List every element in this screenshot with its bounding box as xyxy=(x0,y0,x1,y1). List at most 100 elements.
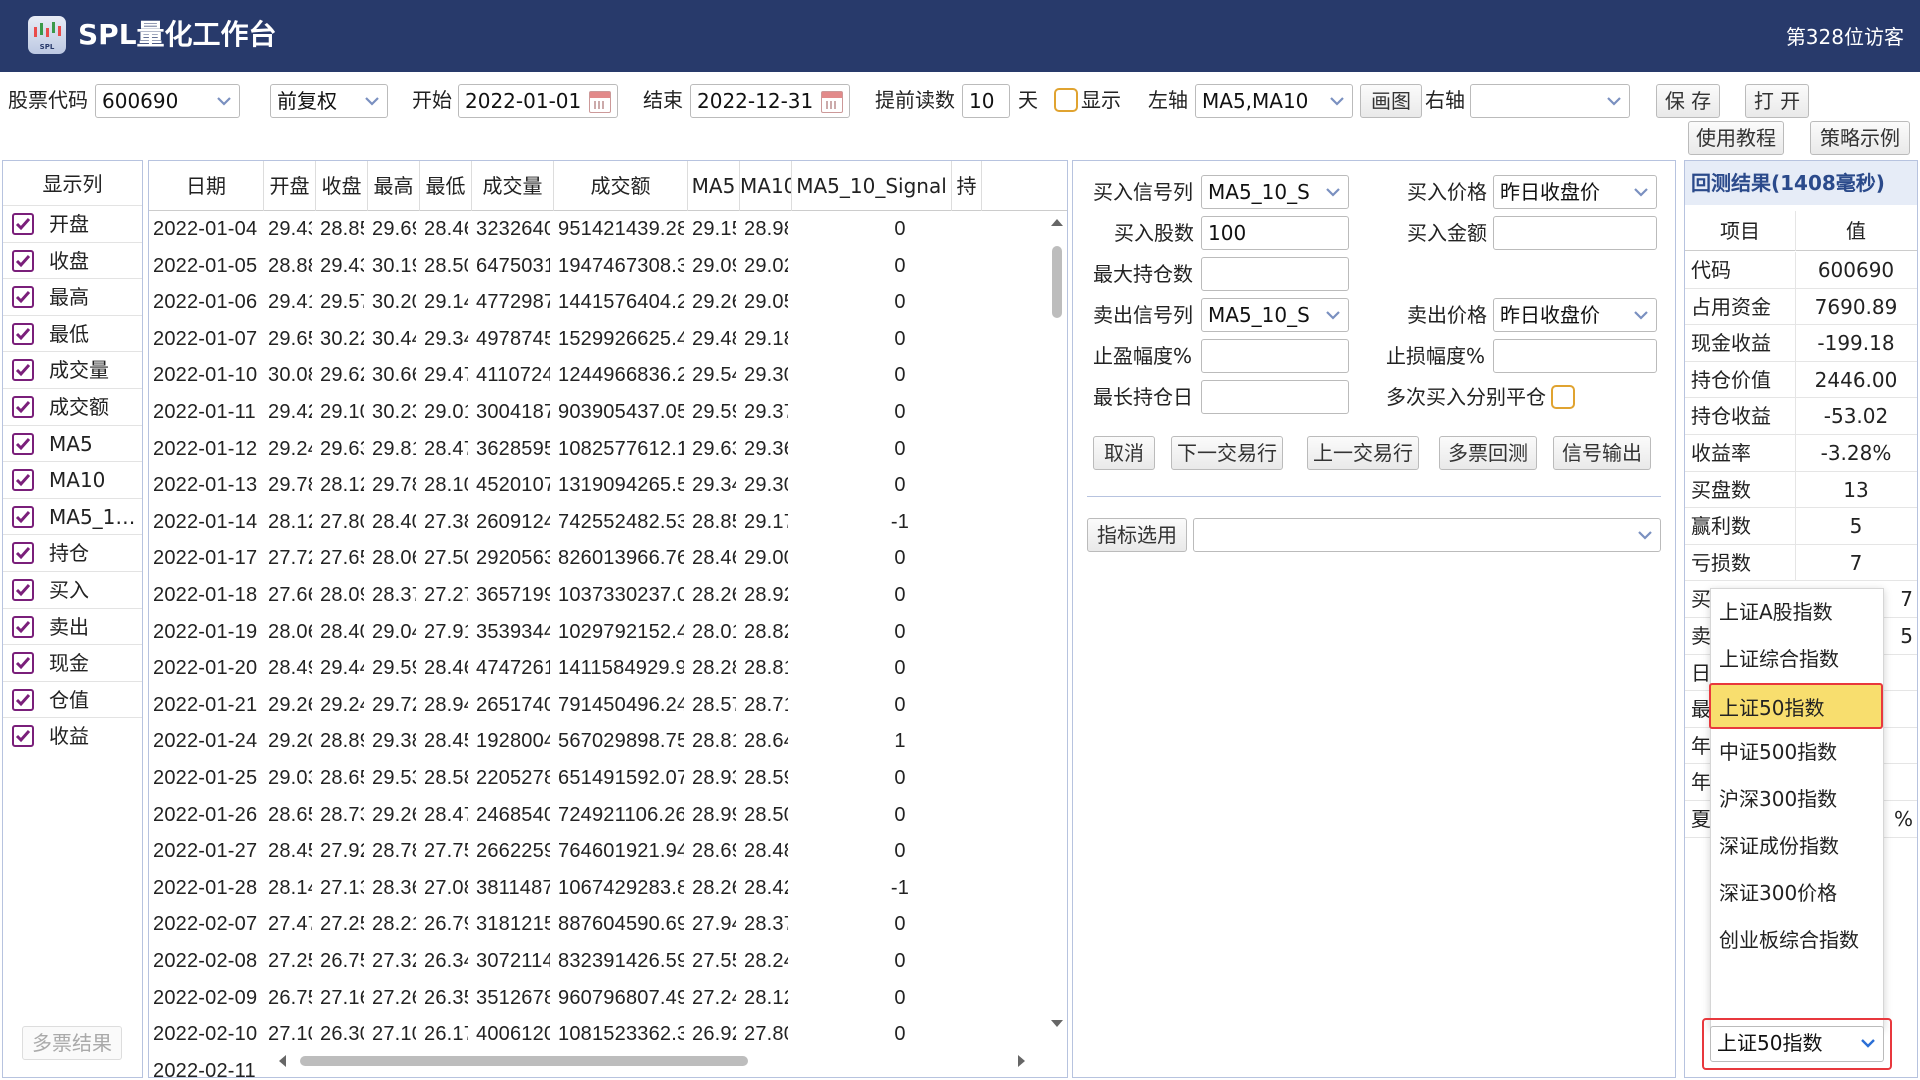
display-column-item[interactable]: 开盘 xyxy=(3,205,142,241)
calendar-icon[interactable] xyxy=(821,91,843,113)
display-column-item[interactable]: 收益 xyxy=(3,717,142,753)
display-column-item[interactable]: 买入 xyxy=(3,571,142,607)
table-horizontal-scrollbar[interactable] xyxy=(272,1050,1032,1072)
table-row[interactable]: 2022-01-14 28.12 27.80 28.40 27.38 26091241 74… xyxy=(149,504,1049,541)
column-header[interactable]: 最高 xyxy=(368,161,420,211)
indicator-select-button[interactable]: 指标选用 xyxy=(1087,518,1187,552)
table-vertical-scrollbar[interactable] xyxy=(1048,212,1066,1032)
checkbox-checked-icon[interactable] xyxy=(12,725,34,748)
column-header[interactable]: 收盘 xyxy=(316,161,368,211)
chevron-down-icon[interactable] xyxy=(1322,85,1352,117)
buy-signal-select[interactable]: MA5_10_S xyxy=(1201,175,1349,209)
display-column-item[interactable]: 仓值 xyxy=(3,680,142,717)
display-column-item[interactable]: 持仓 xyxy=(3,534,142,570)
table-row[interactable]: 2022-01-20 28.49 29.44 29.59 28.46 47472613 14… xyxy=(149,650,1049,687)
table-row[interactable]: 2022-02-10 27.10 26.30 27.10 26.17 40061209 10… xyxy=(149,1016,1049,1053)
stop-loss-input[interactable] xyxy=(1493,339,1657,373)
checkbox-checked-icon[interactable] xyxy=(12,615,34,638)
checkbox-checked-icon[interactable] xyxy=(12,359,34,382)
display-column-item[interactable]: 收盘 xyxy=(3,241,142,278)
table-row[interactable]: 2022-01-25 29.03 28.65 29.53 28.58 22052784 65… xyxy=(149,760,1049,797)
multi-buy-checkbox[interactable] xyxy=(1551,385,1575,409)
display-column-item[interactable]: 成交量 xyxy=(3,351,142,387)
checkbox-checked-icon[interactable] xyxy=(12,286,34,309)
chevron-down-icon[interactable] xyxy=(357,85,387,117)
strategy-example-button[interactable]: 策略示例 xyxy=(1810,121,1910,155)
table-row[interactable]: 2022-01-24 29.20 28.89 29.38 28.45 19280044 56… xyxy=(149,723,1049,760)
checkbox-checked-icon[interactable] xyxy=(12,542,34,565)
sell-signal-select[interactable]: MA5_10_S xyxy=(1201,298,1349,332)
buy-price-select[interactable]: 昨日收盘价 xyxy=(1493,175,1657,209)
table-row[interactable]: 2022-01-05 28.88 29.43 30.19 28.50 64750318 19… xyxy=(149,248,1049,285)
table-row[interactable]: 2022-02-07 27.47 27.25 28.21 26.79 31812154 88… xyxy=(149,906,1049,943)
checkbox-checked-icon[interactable] xyxy=(12,432,34,455)
display-column-item[interactable]: MA10 xyxy=(3,461,142,497)
index-option[interactable]: 深证300价格 xyxy=(1711,870,1883,916)
draw-button[interactable]: 画图 xyxy=(1360,84,1422,118)
table-row[interactable]: 2022-01-27 28.45 27.92 28.78 27.75 26622591 76… xyxy=(149,833,1049,870)
strategy-action-button[interactable]: 取消 xyxy=(1093,436,1155,470)
calendar-icon[interactable] xyxy=(589,91,611,113)
table-row[interactable]: 2022-01-11 29.42 29.10 30.23 29.01 30041875 90… xyxy=(149,394,1049,431)
display-column-item[interactable]: 现金 xyxy=(3,644,142,680)
index-option[interactable]: 上证A股指数 xyxy=(1711,589,1883,635)
table-row[interactable]: 2022-02-09 26.75 27.16 27.26 26.35 35126789 96… xyxy=(149,980,1049,1017)
end-date-input[interactable]: 2022-12-31 xyxy=(690,84,850,118)
column-header[interactable]: 开盘 xyxy=(264,161,316,211)
chevron-down-icon[interactable] xyxy=(1626,176,1656,208)
chevron-down-icon[interactable] xyxy=(1318,299,1348,331)
column-header[interactable]: 成交量 xyxy=(472,161,554,211)
table-row[interactable]: 2022-01-07 29.65 30.22 30.44 29.34 49787458 15… xyxy=(149,321,1049,358)
table-row[interactable]: 2022-01-06 29.41 29.57 30.20 29.14 47729877 14… xyxy=(149,284,1049,321)
table-row[interactable]: 2022-01-13 29.78 28.12 29.78 28.10 45201070 13… xyxy=(149,467,1049,504)
table-row[interactable]: 2022-01-26 28.65 28.73 29.26 28.47 24685407 72… xyxy=(149,797,1049,834)
table-row[interactable]: 2022-01-18 27.66 28.09 28.37 27.27 36571993 10… xyxy=(149,577,1049,614)
column-header[interactable]: MA5 xyxy=(688,161,740,211)
max-hold-days-input[interactable] xyxy=(1201,380,1349,414)
take-profit-input[interactable] xyxy=(1201,339,1349,373)
index-option[interactable]: 沪深300指数 xyxy=(1711,776,1883,822)
buy-amount-input[interactable] xyxy=(1493,216,1657,250)
column-header[interactable]: 成交额 xyxy=(554,161,688,211)
table-row[interactable]: 2022-01-17 27.72 27.65 28.06 27.50 29205630 82… xyxy=(149,540,1049,577)
display-column-item[interactable]: MA5_10_Signal xyxy=(3,497,142,534)
column-header[interactable]: MA5_10_Signal xyxy=(792,161,952,211)
max-position-input[interactable] xyxy=(1201,257,1349,291)
chevron-down-icon[interactable] xyxy=(1853,1027,1883,1059)
open-button[interactable]: 打 开 xyxy=(1745,84,1809,118)
chevron-down-icon[interactable] xyxy=(1318,176,1348,208)
chevron-down-icon[interactable] xyxy=(1630,519,1660,551)
chevron-down-icon[interactable] xyxy=(1599,85,1629,117)
index-option[interactable]: 上证50指数 xyxy=(1709,682,1883,729)
chevron-down-icon[interactable] xyxy=(209,85,239,117)
strategy-action-button[interactable]: 信号输出 xyxy=(1553,436,1651,470)
checkbox-checked-icon[interactable] xyxy=(12,213,34,235)
show-checkbox[interactable] xyxy=(1054,88,1078,112)
strategy-action-button[interactable]: 下一交易行 xyxy=(1171,436,1283,470)
column-header[interactable]: 最低 xyxy=(420,161,472,211)
table-row[interactable]: 2022-02-08 27.25 26.75 27.32 26.34 30721147 83… xyxy=(149,943,1049,980)
table-row[interactable]: 2022-01-19 28.06 28.40 29.04 27.91 35393443 10… xyxy=(149,614,1049,651)
buy-shares-input[interactable]: 100 xyxy=(1201,216,1349,250)
checkbox-checked-icon[interactable] xyxy=(12,688,34,711)
table-row[interactable]: 2022-01-10 30.08 29.62 30.66 29.47 41107249 12… xyxy=(149,357,1049,394)
adjust-select[interactable]: 前复权 xyxy=(270,84,388,118)
table-row[interactable]: 2022-01-28 28.14 27.13 28.36 27.08 38114877 10… xyxy=(149,870,1049,907)
index-option[interactable]: 上证综合指数 xyxy=(1711,636,1883,682)
table-row[interactable]: 2022-01-04 29.43 28.85 29.69 28.46 32326406 95… xyxy=(149,211,1049,248)
checkbox-checked-icon[interactable] xyxy=(12,322,34,345)
right-axis-select[interactable] xyxy=(1470,84,1630,118)
column-header[interactable]: 日期 xyxy=(149,161,264,211)
tutorial-button[interactable]: 使用教程 xyxy=(1688,121,1784,155)
index-option[interactable]: 深证成份指数 xyxy=(1711,823,1883,869)
checkbox-checked-icon[interactable] xyxy=(12,469,34,492)
stock-code-input[interactable]: 600690 xyxy=(95,84,240,118)
column-header[interactable]: MA10 xyxy=(740,161,792,211)
column-header[interactable]: 持 xyxy=(952,161,982,211)
table-row[interactable]: 2022-01-12 29.24 29.63 29.81 28.47 36285959 10… xyxy=(149,431,1049,468)
preload-days-input[interactable]: 10 xyxy=(962,84,1010,118)
index-select[interactable]: 上证50指数 xyxy=(1710,1026,1884,1062)
start-date-input[interactable]: 2022-01-01 xyxy=(458,84,618,118)
index-option[interactable]: 中证500指数 xyxy=(1711,729,1883,775)
strategy-action-button[interactable]: 多票回测 xyxy=(1439,436,1537,470)
